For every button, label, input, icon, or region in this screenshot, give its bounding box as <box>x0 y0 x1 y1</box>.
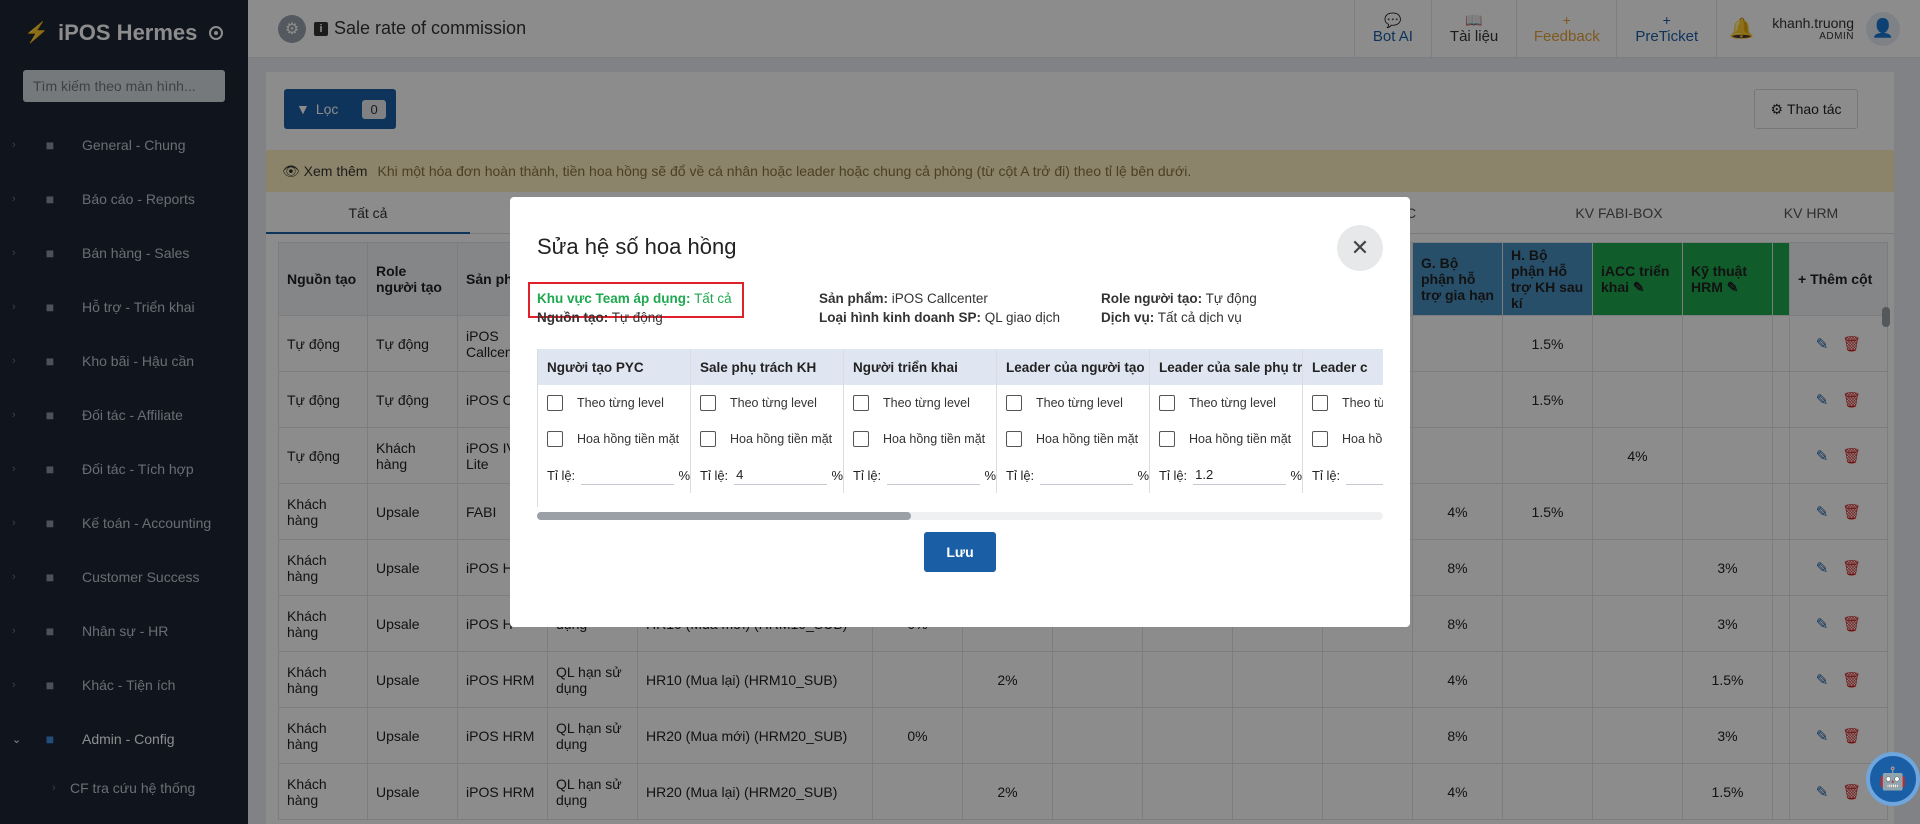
cash-checkbox-row[interactable]: Hoa hồng tiền mặt <box>538 421 690 457</box>
close-icon[interactable]: ✕ <box>1337 225 1383 271</box>
level-checkbox-row[interactable]: Theo từng level <box>1303 385 1383 421</box>
meta-product: Sản phẩm: iPOS Callcenter <box>819 291 988 306</box>
level-checkbox-row[interactable]: Theo từng level <box>1150 385 1302 421</box>
modal-title: Sửa hệ số hoa hồng <box>537 234 737 259</box>
percent-label: % <box>678 467 690 483</box>
ratio-field: Tỉ lệ: 1.2% <box>1150 457 1302 493</box>
level-checkbox-label: Theo từng level <box>730 396 817 410</box>
cash-checkbox[interactable] <box>700 431 716 447</box>
ratio-input[interactable] <box>581 465 675 485</box>
cash-checkbox-label: Hoa hồng tiền mặt <box>883 432 986 446</box>
cash-checkbox[interactable] <box>547 431 563 447</box>
commission-column-header: Người tạo PYC <box>538 349 690 385</box>
level-checkbox[interactable] <box>1312 395 1328 411</box>
ratio-input[interactable]: 1.2 <box>1193 465 1287 485</box>
percent-label: % <box>984 467 996 483</box>
cash-checkbox[interactable] <box>1006 431 1022 447</box>
cash-checkbox-row[interactable]: Hoa hồng tiền mặt <box>691 421 843 457</box>
commission-columns-scroll[interactable]: Người tạo PYC Theo từng level Hoa hồng tiề… <box>537 349 1383 507</box>
commission-column-header: Người triển khai <box>844 349 996 385</box>
cash-checkbox[interactable] <box>1159 431 1175 447</box>
level-checkbox[interactable] <box>547 395 563 411</box>
ratio-field: Tỉ lệ: 4% <box>691 457 843 493</box>
commission-column: Người triển khai Theo từng level Hoa hồng … <box>844 349 997 493</box>
percent-label: % <box>1137 467 1149 483</box>
level-checkbox-label: Theo từng level <box>1342 396 1383 410</box>
percent-label: % <box>831 467 843 483</box>
commission-column: Leader của sale phụ trách Theo từng level… <box>1150 349 1303 493</box>
ratio-input[interactable] <box>1346 465 1383 485</box>
ratio-field: Tỉ lệ:% <box>997 457 1149 493</box>
scrollbar-thumb[interactable] <box>537 512 911 520</box>
level-checkbox[interactable] <box>700 395 716 411</box>
ratio-field: Tỉ lệ:% <box>538 457 690 493</box>
cash-checkbox-row[interactable]: Hoa hồng tiền mặt <box>1150 421 1302 457</box>
commission-column: Sale phụ trách KH Theo từng level Hoa hồng… <box>691 349 844 493</box>
ratio-input[interactable] <box>887 465 981 485</box>
commission-column: Leader của người tạo Theo từng level Hoa h… <box>997 349 1150 493</box>
cash-checkbox-label: Hoa hồng tiền mặt <box>1342 432 1383 446</box>
cash-checkbox[interactable] <box>853 431 869 447</box>
cash-checkbox-label: Hoa hồng tiền mặt <box>1036 432 1139 446</box>
ratio-field: Tỉ lệ:% <box>844 457 996 493</box>
meta-source: Nguồn tạo: Tự động <box>537 310 663 325</box>
edit-commission-modal: Sửa hệ số hoa hồng ✕ Khu vực Team áp dụn… <box>510 197 1410 627</box>
level-checkbox-row[interactable]: Theo từng level <box>844 385 996 421</box>
ratio-input[interactable] <box>1040 465 1134 485</box>
level-checkbox-row[interactable]: Theo từng level <box>997 385 1149 421</box>
commission-column-header: Leader của người tạo <box>997 349 1149 385</box>
cash-checkbox-row[interactable]: Hoa hồng tiền mặt <box>1303 421 1383 457</box>
level-checkbox[interactable] <box>1159 395 1175 411</box>
level-checkbox-label: Theo từng level <box>1036 396 1123 410</box>
commission-column-header: Sale phụ trách KH <box>691 349 843 385</box>
meta-business-type: Loại hình kinh doanh SP: QL giao dịch <box>819 310 1061 325</box>
ratio-label: Tỉ lệ: <box>700 467 729 483</box>
ratio-label: Tỉ lệ: <box>1006 467 1035 483</box>
meta-service: Dịch vụ: Tất cả dịch vụ <box>1101 310 1242 325</box>
modal-backdrop[interactable]: Sửa hệ số hoa hồng ✕ Khu vực Team áp dụn… <box>0 0 1920 824</box>
ratio-input[interactable]: 4 <box>734 465 828 485</box>
cash-checkbox-label: Hoa hồng tiền mặt <box>577 432 680 446</box>
meta-role: Role người tạo: Tự động <box>1101 291 1257 306</box>
level-checkbox[interactable] <box>1006 395 1022 411</box>
ratio-label: Tỉ lệ: <box>1312 467 1341 483</box>
cash-checkbox-label: Hoa hồng tiền mặt <box>1189 432 1292 446</box>
level-checkbox-label: Theo từng level <box>883 396 970 410</box>
save-button[interactable]: Lưu <box>924 532 996 572</box>
area-value: Tất cả <box>694 291 732 306</box>
chat-bot-fab[interactable]: 🤖 <box>1866 752 1920 806</box>
area-label: Khu vực Team áp dụng: <box>537 291 691 306</box>
commission-column: Người tạo PYC Theo từng level Hoa hồng tiề… <box>538 349 691 493</box>
cash-checkbox-row[interactable]: Hoa hồng tiền mặt <box>844 421 996 457</box>
commission-column-header: Leader c <box>1303 349 1383 385</box>
cash-checkbox-label: Hoa hồng tiền mặt <box>730 432 833 446</box>
commission-column: Leader c Theo từng level Hoa hồng tiền mặt… <box>1303 349 1383 493</box>
level-checkbox[interactable] <box>853 395 869 411</box>
percent-label: % <box>1290 467 1302 483</box>
ratio-label: Tỉ lệ: <box>547 467 576 483</box>
ratio-field: Tỉ lệ:% <box>1303 457 1383 493</box>
cash-checkbox[interactable] <box>1312 431 1328 447</box>
level-checkbox-label: Theo từng level <box>1189 396 1276 410</box>
meta-area: Khu vực Team áp dụng: Tất cả <box>537 289 732 309</box>
commission-column-header: Leader của sale phụ trách <box>1150 349 1302 385</box>
horizontal-scrollbar[interactable] <box>537 512 1383 520</box>
level-checkbox-label: Theo từng level <box>577 396 664 410</box>
ratio-label: Tỉ lệ: <box>1159 467 1188 483</box>
level-checkbox-row[interactable]: Theo từng level <box>538 385 690 421</box>
cash-checkbox-row[interactable]: Hoa hồng tiền mặt <box>997 421 1149 457</box>
level-checkbox-row[interactable]: Theo từng level <box>691 385 843 421</box>
ratio-label: Tỉ lệ: <box>853 467 882 483</box>
